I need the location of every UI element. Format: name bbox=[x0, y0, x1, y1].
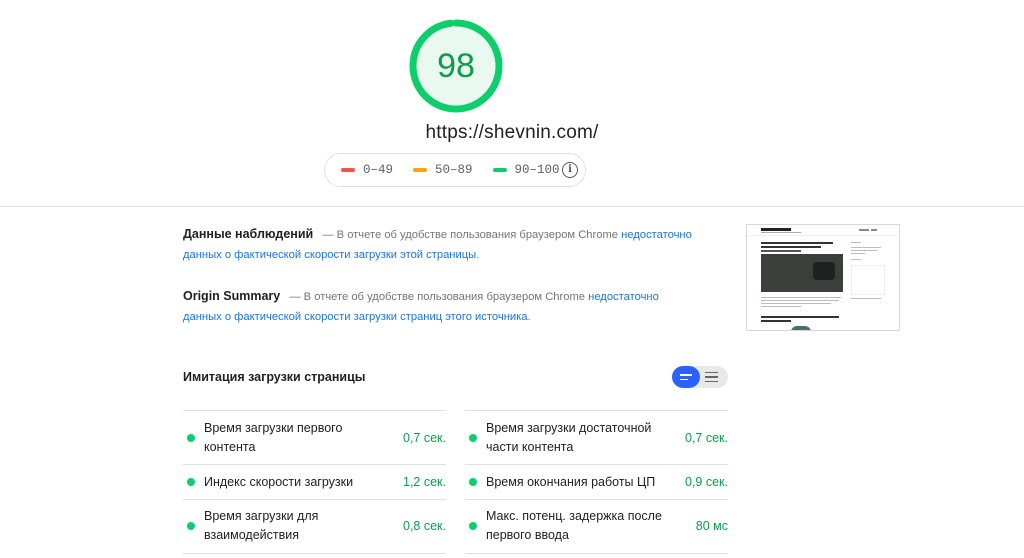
toggle-line bbox=[680, 378, 688, 380]
metric-time-to-interactive: Время загрузки для взаимодействия 0,8 се… bbox=[183, 499, 446, 553]
metric-label: Индекс скорости загрузки bbox=[204, 475, 354, 489]
metric-speed-index: Индекс скорости загрузки 1,2 сек. bbox=[183, 464, 446, 499]
metric-pass-dot bbox=[187, 478, 195, 486]
metric-value: 0,7 сек. bbox=[685, 431, 728, 445]
thumb-header bbox=[747, 225, 899, 236]
thumb-heading-line bbox=[761, 320, 791, 322]
info-icon[interactable]: i bbox=[562, 162, 578, 178]
metric-label: Макс. потенц. задержка после первого вво… bbox=[486, 509, 662, 542]
legend-item-fail: 0–49 bbox=[341, 163, 393, 177]
thumb-sidebar-line bbox=[851, 242, 861, 243]
score-value: 98 bbox=[437, 47, 475, 85]
thumb-heading-line bbox=[761, 316, 839, 318]
thumb-image-icon bbox=[791, 326, 811, 330]
legend-item-average: 50–89 bbox=[413, 163, 473, 177]
view-toggle[interactable] bbox=[672, 366, 728, 388]
legend-item-pass: 90–100 bbox=[492, 163, 560, 177]
metrics-bottom-divider bbox=[183, 553, 446, 554]
metric-value: 0,9 сек. bbox=[685, 475, 728, 489]
toggle-line bbox=[705, 376, 718, 378]
header-divider bbox=[0, 206, 1024, 207]
metric-pass-dot bbox=[469, 522, 477, 530]
metric-value: 0,8 сек. bbox=[403, 519, 446, 533]
legend-swatch-orange bbox=[413, 168, 428, 172]
metric-label: Время окончания работы ЦП bbox=[486, 475, 656, 489]
field-data-section: Данные наблюдений — В отчете об удобстве… bbox=[183, 224, 693, 265]
metric-value: 0,7 сек. bbox=[403, 431, 446, 445]
thumb-sidebar-widget bbox=[851, 265, 885, 295]
field-data-title: Данные наблюдений bbox=[183, 227, 314, 241]
origin-summary-text: — В отчете об удобстве пользования брауз… bbox=[289, 291, 586, 303]
field-data-text: — В отчете об удобстве пользования брауз… bbox=[322, 229, 619, 241]
thumb-nav-item bbox=[859, 229, 869, 231]
thumb-heading-line bbox=[761, 242, 833, 244]
score-legend: 0–49 50–89 90–100 i bbox=[324, 153, 586, 187]
page-url: https://shevnin.com/ bbox=[425, 122, 599, 143]
thumb-text-line bbox=[761, 300, 839, 301]
origin-summary-section: Origin Summary — В отчете об удобстве по… bbox=[183, 286, 693, 327]
metrics-bottom-divider bbox=[465, 553, 728, 554]
lab-data-title: Имитация загрузки страницы bbox=[183, 370, 366, 384]
thumb-text-line bbox=[761, 303, 831, 304]
legend-swatch-green bbox=[492, 168, 507, 172]
legend-swatch-red bbox=[341, 168, 355, 172]
origin-summary-end: . bbox=[527, 311, 531, 323]
thumb-text-line bbox=[761, 306, 801, 307]
thumb-sidebar-line bbox=[851, 298, 881, 299]
thumb-logo bbox=[761, 228, 791, 231]
metric-pass-dot bbox=[187, 434, 195, 442]
metric-pass-dot bbox=[469, 434, 477, 442]
legend-label: 50–89 bbox=[435, 163, 473, 177]
origin-summary-title: Origin Summary bbox=[183, 289, 281, 303]
toggle-line bbox=[705, 380, 718, 383]
metric-first-cpu-idle: Время окончания работы ЦП 0,9 сек. bbox=[465, 464, 728, 499]
field-data-end: . bbox=[476, 249, 480, 261]
expanded-view-button[interactable] bbox=[705, 366, 723, 388]
metric-pass-dot bbox=[187, 522, 195, 530]
thumb-sidebar-line bbox=[851, 250, 877, 251]
performance-score-gauge: 98 bbox=[409, 19, 503, 113]
thumb-sidebar-line bbox=[851, 247, 881, 248]
thumb-article-image bbox=[761, 254, 843, 292]
metric-label: Время загрузки первого контента bbox=[204, 421, 343, 454]
metric-value: 80 мс bbox=[695, 519, 728, 533]
metric-value: 1,2 сек. bbox=[403, 475, 446, 489]
thumb-sidebar-line bbox=[851, 253, 865, 254]
thumb-sidebar-line bbox=[851, 259, 861, 260]
thumb-tagline bbox=[761, 232, 801, 233]
toggle-line bbox=[680, 374, 692, 376]
metric-first-meaningful-paint: Время загрузки достаточной части контент… bbox=[465, 410, 728, 464]
thumb-nav-item bbox=[871, 229, 877, 231]
metric-label: Время загрузки для взаимодействия bbox=[204, 509, 319, 542]
metric-label: Время загрузки достаточной части контент… bbox=[486, 421, 652, 454]
thumb-text-line bbox=[761, 297, 841, 298]
compact-view-button[interactable] bbox=[672, 366, 700, 388]
metric-first-contentful-paint: Время загрузки первого контента 0,7 сек. bbox=[183, 410, 446, 464]
thumb-heading-line bbox=[761, 246, 821, 248]
metric-max-potential-fid: Макс. потенц. задержка после первого вво… bbox=[465, 499, 728, 553]
legend-label: 90–100 bbox=[514, 163, 560, 177]
legend-label: 0–49 bbox=[363, 163, 394, 177]
thumb-heading-line bbox=[761, 250, 801, 252]
metric-pass-dot bbox=[469, 478, 477, 486]
toggle-line bbox=[705, 371, 718, 374]
page-screenshot-thumbnail[interactable] bbox=[746, 224, 900, 331]
